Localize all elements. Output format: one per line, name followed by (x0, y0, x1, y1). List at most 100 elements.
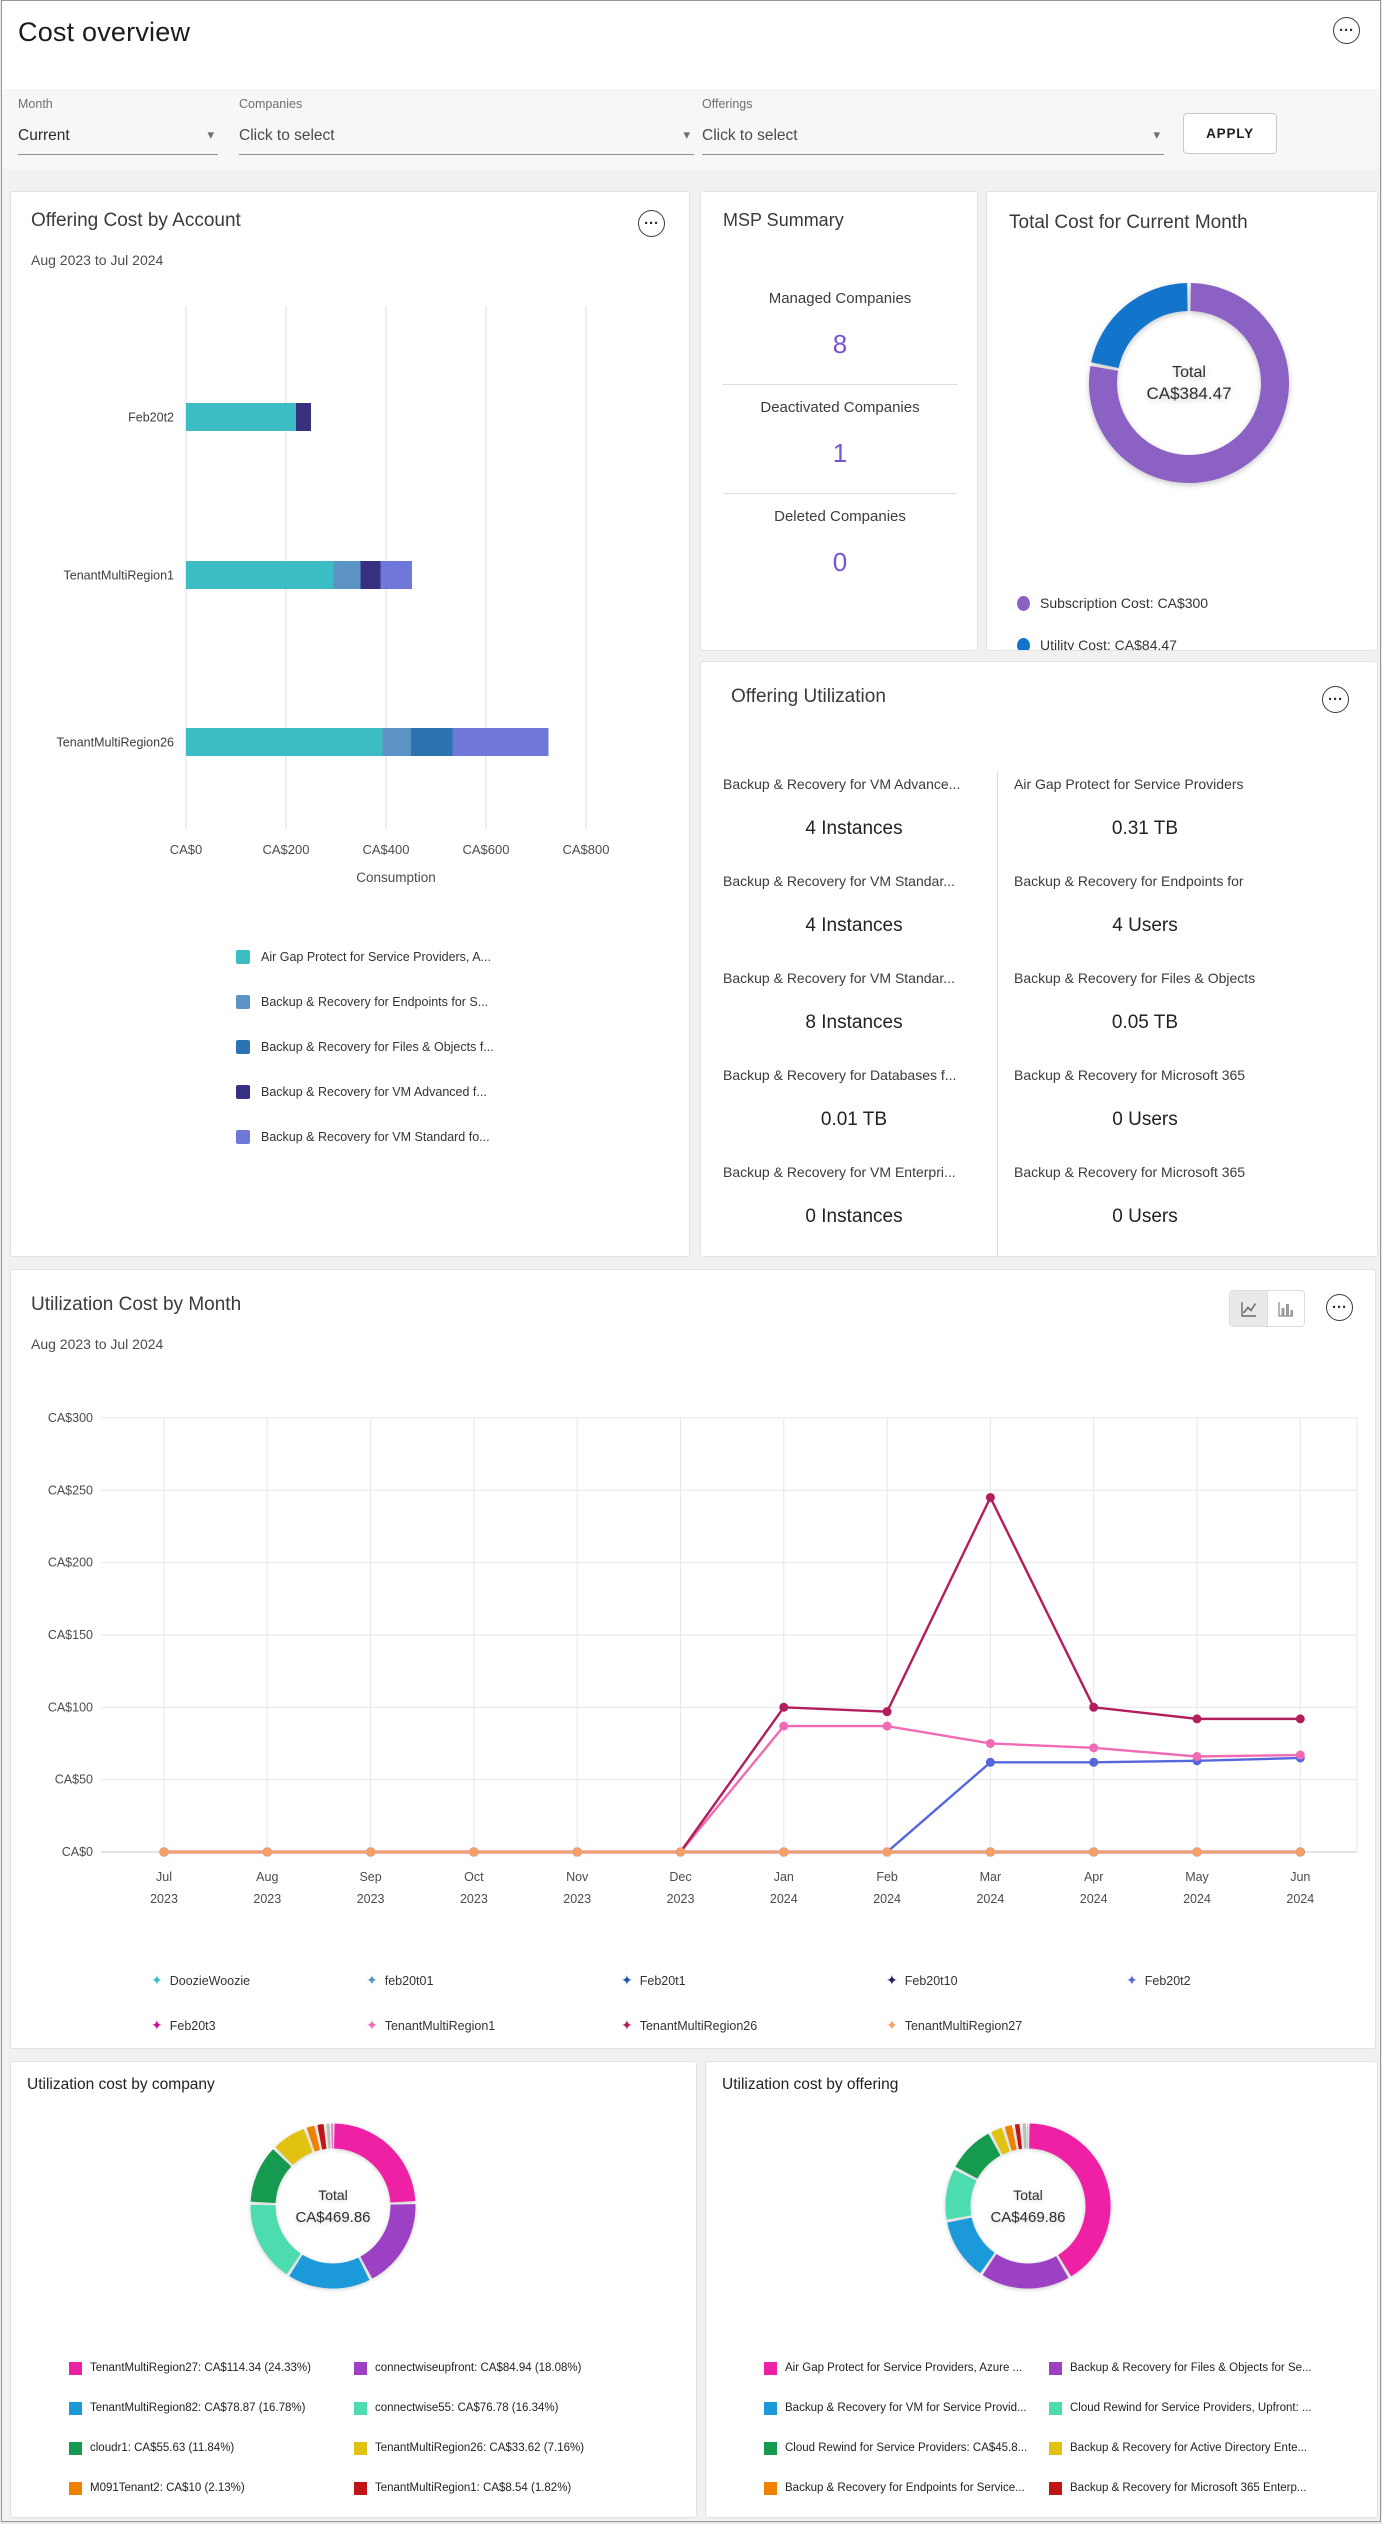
legend-marker-icon: ✦ (1126, 1972, 1138, 1988)
svg-text:2023: 2023 (460, 1892, 488, 1906)
legend-label: feb20t01 (384, 1973, 434, 1988)
line-chart-toggle-button[interactable] (1230, 1291, 1267, 1326)
svg-text:CA$250: CA$250 (48, 1483, 93, 1497)
companies-label: Companies (239, 97, 303, 111)
legend-item: ✦ Feb20t1 (621, 1958, 886, 2003)
offering-cost-menu-button[interactable]: ··· (638, 210, 665, 237)
msp-stat-label: Managed Companies (768, 290, 912, 307)
legend-item: cloudr1: CA$55.63 (11.84%) (69, 2428, 354, 2468)
utilization-cell: Backup & Recovery for VM Enterpri... 0 In… (723, 1160, 997, 1256)
legend-swatch (764, 2401, 777, 2415)
legend-marker-icon: ✦ (366, 2017, 378, 2033)
svg-text:CA$50: CA$50 (55, 1773, 93, 1787)
utilization-by-company-title: Utilization cost by company (27, 2076, 215, 2093)
legend-swatch (354, 2441, 367, 2455)
legend-dot (1017, 595, 1030, 611)
utilization-cell: Backup & Recovery for Microsoft 365 0 Use… (997, 1160, 1377, 1256)
page-menu-button[interactable]: ··· (1333, 17, 1360, 44)
offering-utilization-card: Offering Utilization ··· Backup & Recove… (700, 661, 1378, 1257)
legend-label: M091Tenant2: CA$10 (2.13%) (90, 2482, 245, 2494)
svg-text:Feb20t2: Feb20t2 (128, 411, 174, 425)
legend-item: ✦ DoozieWoozie (151, 1958, 366, 2003)
msp-stats: Managed Companies 8 Deactivated Companies 1… (701, 276, 977, 602)
offerings-label: Offerings (702, 97, 753, 111)
svg-text:CA$0: CA$0 (62, 1845, 93, 1859)
legend-marker-icon: ✦ (151, 2017, 163, 2033)
svg-text:Jun: Jun (1290, 1870, 1310, 1884)
total-cost-donut-chart: Total CA$384.47 (1089, 283, 1289, 483)
legend-marker-icon: ✦ (621, 2017, 633, 2033)
svg-text:Total: Total (318, 2187, 348, 2203)
svg-text:Jul: Jul (156, 1870, 172, 1884)
legend-item: Backup & Recovery for Files & Objects f.… (236, 1024, 494, 1069)
svg-text:Jan: Jan (774, 1870, 794, 1884)
utilization-offering-label: Backup & Recovery for VM Advance... (723, 776, 961, 792)
ellipsis-icon: ··· (644, 214, 659, 232)
svg-text:2023: 2023 (667, 1892, 695, 1906)
legend-item: Air Gap Protect for Service Providers, A… (764, 2348, 1049, 2388)
dashboard-content: Offering Cost by Account ··· Aug 2023 to… (2, 169, 1380, 2521)
legend-swatch (354, 2361, 367, 2375)
chart-type-toggle (1229, 1290, 1305, 1327)
utilization-month-legend: ✦ DoozieWoozie ✦ feb20t01 ✦ Feb20t1 ✦ Feb20t10 ✦… (151, 1958, 1191, 2048)
msp-summary-title: MSP Summary (723, 210, 844, 230)
legend-label: TenantMultiRegion26: CA$33.62 (7.16%) (375, 2442, 585, 2454)
legend-label: Feb20t1 (639, 1973, 686, 1988)
month-value: Current (18, 127, 70, 144)
utilization-value: 4 Users (1112, 915, 1178, 936)
legend-item: Cloud Rewind for Service Providers, Upfr… (1049, 2388, 1312, 2428)
svg-text:Nov: Nov (566, 1870, 589, 1884)
svg-text:TenantMultiRegion26: TenantMultiRegion26 (57, 736, 174, 750)
msp-stat: Deactivated Companies 1 (723, 384, 957, 493)
utilization-row: Backup & Recovery for VM Advance... 4 Ins… (701, 772, 1377, 869)
legend-swatch (69, 2441, 82, 2455)
legend-item: TenantMultiRegion82: CA$78.87 (16.78%) (69, 2388, 354, 2428)
utilization-offering-label: Backup & Recovery for Files & Objects (1014, 970, 1256, 986)
legend-item: Backup & Recovery for VM Advanced f... (236, 1069, 494, 1114)
legend-marker-icon: ✦ (886, 2017, 898, 2033)
msp-stat-label: Deleted Companies (774, 508, 906, 525)
page-title: Cost overview (18, 17, 191, 47)
chevron-down-icon: ▾ (1153, 127, 1160, 142)
legend-label: connectwise55: CA$76.78 (16.34%) (375, 2402, 559, 2414)
ellipsis-icon: ··· (1332, 1298, 1347, 1316)
svg-text:2024: 2024 (1080, 1892, 1108, 1906)
legend-label: Backup & Recovery for VM Advanced f... (261, 1084, 487, 1099)
utilization-by-offering-donut-chart: Total CA$469.86 (945, 2123, 1111, 2289)
legend-item: TenantMultiRegion26: CA$33.62 (7.16%) (354, 2428, 584, 2468)
offerings-select[interactable]: Click to select ▾ (702, 121, 1164, 155)
month-filter: Month Current ▾ (18, 97, 218, 155)
svg-text:2024: 2024 (770, 1892, 798, 1906)
svg-text:2023: 2023 (357, 1892, 385, 1906)
utilization-month-menu-button[interactable]: ··· (1326, 1294, 1353, 1321)
utilization-row: Backup & Recovery for Databases f... 0.01… (701, 1063, 1377, 1160)
legend-item: Backup & Recovery for Endpoints for S... (236, 979, 494, 1024)
legend-swatch (764, 2441, 777, 2455)
utilization-offering-label: Backup & Recovery for Endpoints for (1014, 873, 1244, 889)
legend-swatch (1049, 2361, 1062, 2375)
svg-text:CA$384.47: CA$384.47 (1146, 384, 1231, 403)
legend-swatch (764, 2361, 777, 2375)
legend-swatch (764, 2481, 777, 2495)
legend-label: TenantMultiRegion1: CA$8.54 (1.82%) (375, 2482, 572, 2494)
legend-item: Air Gap Protect for Service Providers, A… (236, 934, 494, 979)
companies-select[interactable]: Click to select ▾ (239, 121, 694, 155)
svg-text:CA$150: CA$150 (48, 1628, 93, 1642)
svg-text:Total: Total (1013, 2187, 1043, 2203)
ellipsis-icon: ··· (1339, 21, 1354, 39)
legend-swatch (1049, 2441, 1062, 2455)
chevron-down-icon: ▾ (683, 127, 690, 142)
bar-chart-toggle-button[interactable] (1267, 1291, 1304, 1326)
apply-button[interactable]: APPLY (1183, 113, 1277, 154)
msp-stat: Managed Companies 8 (701, 276, 977, 384)
month-select[interactable]: Current ▾ (18, 121, 218, 155)
svg-text:Consumption: Consumption (356, 870, 436, 885)
svg-text:CA$600: CA$600 (463, 842, 510, 857)
svg-text:2023: 2023 (563, 1892, 591, 1906)
bar-chart-icon (1278, 1301, 1293, 1317)
legend-label: TenantMultiRegion1 (384, 2018, 496, 2033)
legend-label: Subscription Cost: CA$300 (1040, 595, 1209, 611)
utilization-cell: Backup & Recovery for VM Advance... 4 Ins… (723, 772, 997, 869)
offering-utilization-menu-button[interactable]: ··· (1322, 686, 1349, 713)
legend-swatch (236, 1129, 250, 1144)
